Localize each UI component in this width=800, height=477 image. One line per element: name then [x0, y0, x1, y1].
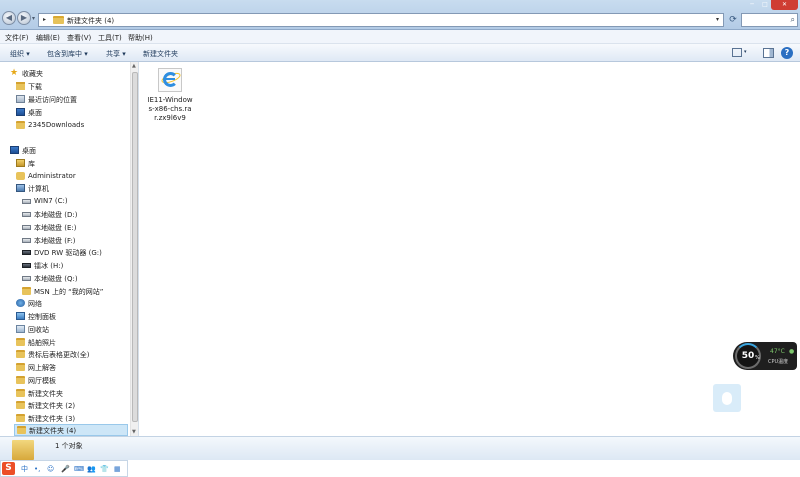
command-bar: 组织 ▾ 包含到库中 ▾ 共享 ▾ 新建文件夹 ▾ ? [0, 44, 800, 62]
nav-folder-new-4[interactable]: 新建文件夹 (4) [14, 424, 128, 436]
cpu-usage-ring: 50 % [735, 343, 761, 369]
library-icon [16, 159, 25, 167]
drive-icon [22, 276, 31, 281]
drive-icon [22, 238, 31, 243]
refresh-button[interactable]: ⟳ [727, 14, 739, 26]
floating-assistant-widget[interactable] [713, 384, 741, 412]
ime-chinese-mode[interactable]: 中 [21, 464, 28, 474]
menu-help[interactable]: 帮助(H) [128, 33, 153, 43]
ime-toolbar: S 中 •, ☺ 🎤 ⌨ 👥 👕 ▦ [0, 460, 128, 477]
folder-icon [53, 16, 64, 24]
ime-user-icon[interactable]: 👥 [87, 464, 96, 474]
ie-archive-icon [158, 68, 182, 92]
scroll-down-icon[interactable]: ▼ [132, 429, 136, 435]
search-input[interactable]: ⌕ [741, 13, 798, 27]
minimize-button[interactable]: ─ [745, 0, 759, 10]
desktop-icon [10, 146, 19, 154]
forward-button[interactable]: ▶ [17, 11, 31, 25]
organize-button[interactable]: 组织 ▾ [10, 49, 30, 59]
view-options-dropdown[interactable]: ▾ [744, 49, 747, 55]
address-dropdown[interactable]: ▾ [716, 16, 719, 23]
navigation-scrollbar[interactable]: ▲ ▼ [130, 62, 138, 436]
help-icon[interactable]: ? [781, 47, 793, 59]
folder-icon [16, 401, 25, 409]
address-bar[interactable]: ▸ 新建文件夹 (4) ▾ [38, 13, 724, 27]
dvd-drive-icon [22, 250, 31, 255]
leaf-icon: ● [789, 348, 795, 355]
view-options-icon[interactable] [732, 48, 742, 57]
drive-icon [22, 263, 31, 268]
cpu-temperature-value: 47°C [770, 348, 785, 355]
ime-voice-icon[interactable]: 🎤 [61, 464, 70, 474]
ime-keyboard-icon[interactable]: ⌨ [74, 464, 84, 474]
folder-icon [16, 389, 25, 397]
drive-icon [22, 199, 31, 204]
desktop-icon [16, 108, 25, 116]
file-name: IE11-Windows-x86-chs.rar.zx9l6v9 [147, 96, 193, 122]
cpu-temperature-widget[interactable]: 50 % 47°C ● CPU温度 [733, 342, 797, 370]
ime-punctuation[interactable]: •, [34, 464, 40, 474]
menu-tools[interactable]: 工具(T) [98, 33, 122, 43]
folder-icon [16, 350, 25, 358]
folder-icon [16, 414, 25, 422]
cpu-usage-unit: % [755, 355, 760, 361]
chevron-right-icon[interactable]: ▸ [43, 16, 46, 23]
details-pane: 1 个对象 [0, 436, 800, 460]
back-button[interactable]: ◀ [2, 11, 16, 25]
ime-skin-icon[interactable]: 👕 [100, 464, 109, 474]
ime-toolbox-icon[interactable]: ▦ [114, 464, 121, 474]
folder-icon [16, 338, 25, 346]
address-path[interactable]: 新建文件夹 (4) [67, 16, 114, 26]
folder-icon [12, 440, 34, 460]
recycle-bin-icon [16, 325, 25, 333]
new-folder-button[interactable]: 新建文件夹 [143, 49, 178, 59]
control-panel-icon [16, 312, 25, 320]
menu-bar: 文件(F) 编辑(E) 查看(V) 工具(T) 帮助(H) [0, 30, 800, 44]
folder-icon [16, 376, 25, 384]
file-list[interactable]: IE11-Windows-x86-chs.rar.zx9l6v9 [139, 62, 800, 436]
close-button[interactable]: ✕ [771, 0, 798, 10]
share-button[interactable]: 共享 ▾ [106, 49, 126, 59]
folder-icon [17, 426, 26, 434]
sogou-logo-icon[interactable]: S [2, 462, 15, 475]
downloads-folder-icon [16, 82, 25, 90]
recent-pages-dropdown[interactable]: ▾ [32, 15, 35, 22]
search-icon: ⌕ [790, 15, 795, 24]
drive-icon [22, 225, 31, 230]
user-folder-icon [16, 172, 25, 180]
folder-icon [22, 287, 31, 295]
recent-places-icon [16, 95, 25, 103]
folder-icon [16, 363, 25, 371]
cpu-temperature-label: CPU温度 [768, 359, 789, 365]
menu-view[interactable]: 查看(V) [67, 33, 91, 43]
preview-pane-icon[interactable] [763, 48, 774, 58]
navigation-pane: ★ 收藏夹 下载 最近访问的位置 桌面 2345Downloads 桌面 库 A… [0, 62, 138, 436]
menu-file[interactable]: 文件(F) [5, 33, 29, 43]
mouse-icon [722, 392, 732, 405]
maximize-button[interactable]: □ [759, 0, 771, 10]
item-count: 1 个对象 [55, 442, 83, 450]
star-icon: ★ [10, 68, 19, 78]
network-icon [16, 299, 25, 307]
include-in-library-button[interactable]: 包含到库中 ▾ [47, 49, 88, 59]
folder-icon [16, 121, 25, 129]
ime-emoji-icon[interactable]: ☺ [47, 464, 54, 474]
title-bar: ◀ ▶ ▾ ▸ 新建文件夹 (4) ▾ ⟳ ⌕ ─ □ ✕ [0, 0, 800, 30]
drive-icon [22, 212, 31, 217]
computer-icon [16, 184, 25, 192]
menu-edit[interactable]: 编辑(E) [36, 33, 60, 43]
scroll-up-icon[interactable]: ▲ [132, 63, 136, 69]
